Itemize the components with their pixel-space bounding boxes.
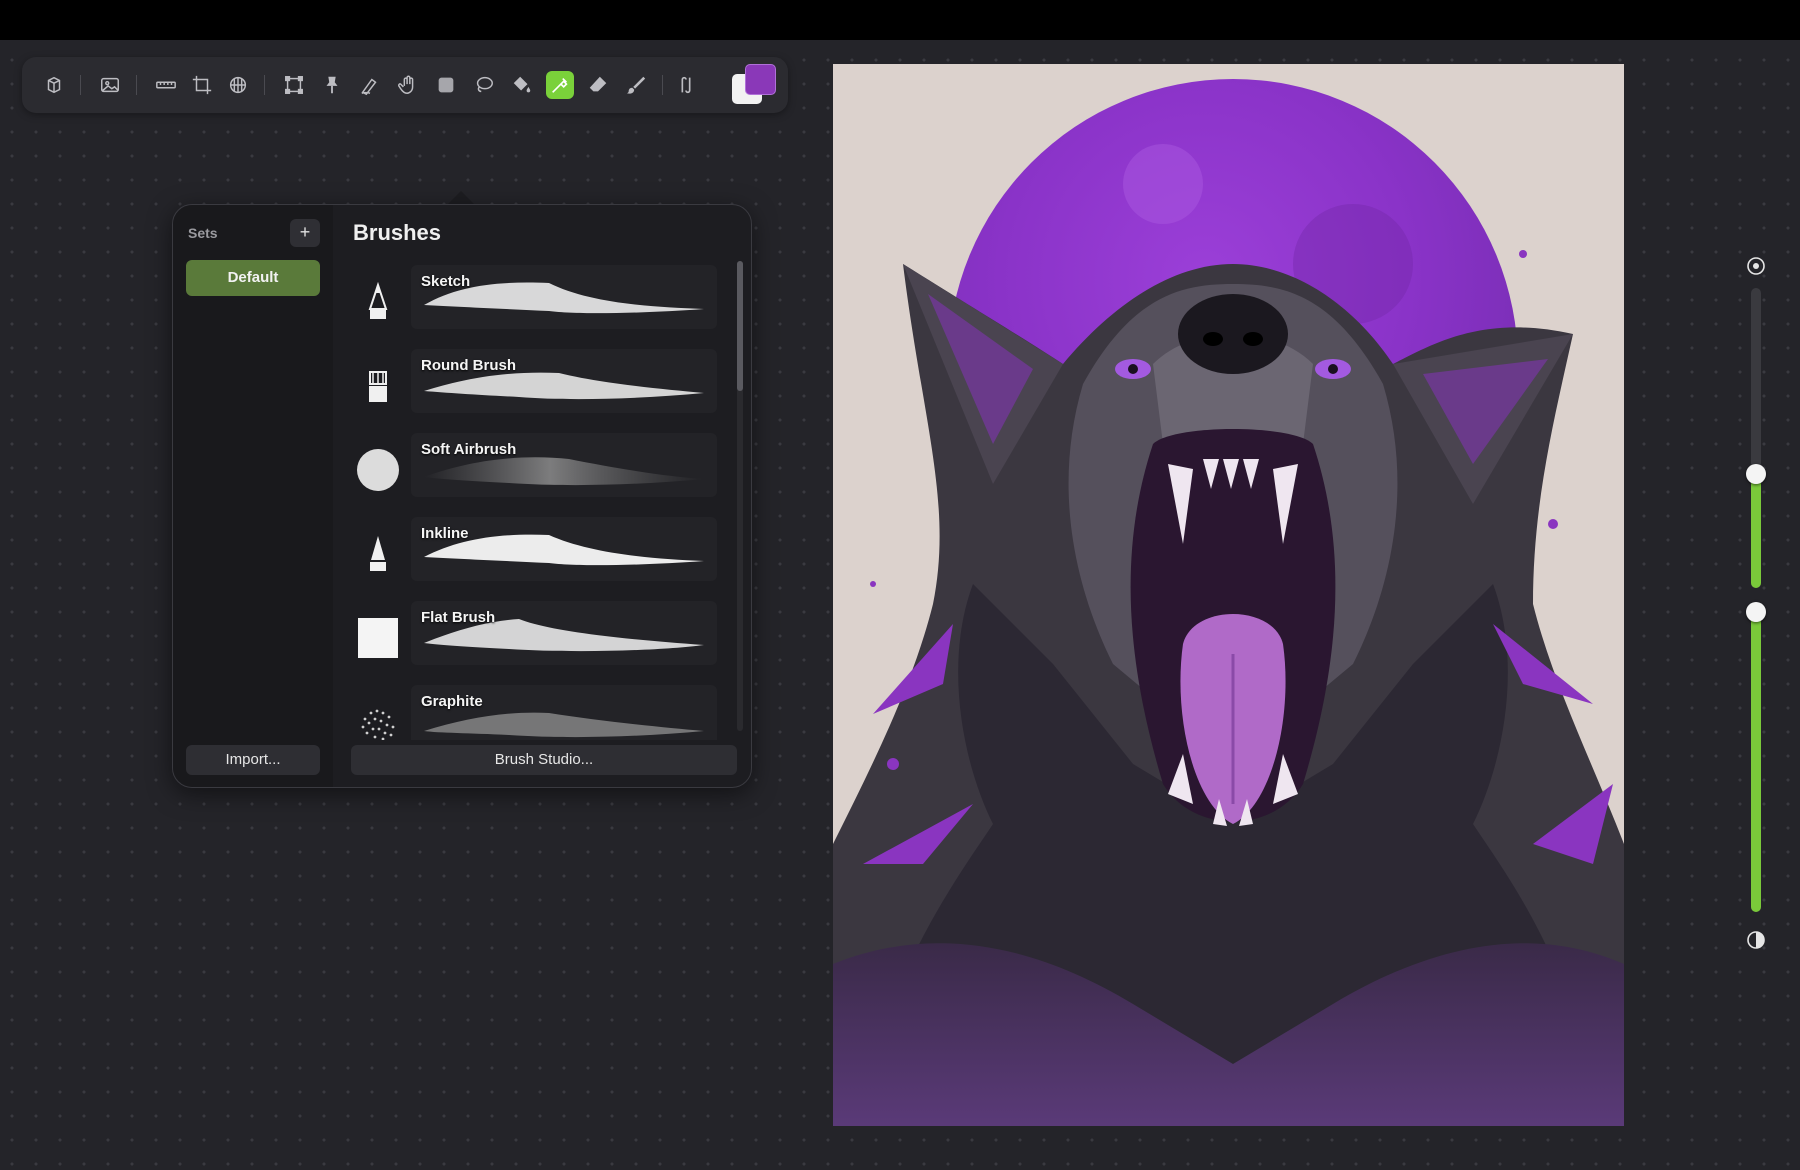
brush-studio-button[interactable]: Brush Studio... <box>351 745 737 775</box>
lasso-icon[interactable] <box>470 71 498 99</box>
brush-list: Sketch Round Brush Soft Airbrush Inkline… <box>333 255 733 740</box>
top-status-bar <box>0 0 1800 40</box>
add-set-button[interactable]: + <box>290 219 320 247</box>
primary-color-swatch[interactable] <box>745 64 776 95</box>
toolbar-separator <box>136 75 137 95</box>
opacity-slider[interactable] <box>1751 612 1761 912</box>
brush-name: Graphite <box>421 693 483 710</box>
brush-item-sketch[interactable]: Sketch <box>333 265 733 345</box>
scrollbar-thumb[interactable] <box>737 261 743 391</box>
brush-size-slider[interactable] <box>1751 288 1761 588</box>
toolbar-separator <box>80 75 81 95</box>
popover-arrow <box>447 191 475 205</box>
symmetry-icon[interactable] <box>672 71 700 99</box>
brush-preview: Round Brush <box>411 349 717 413</box>
paint-bucket-icon[interactable] <box>508 71 536 99</box>
brush-name: Flat Brush <box>421 609 496 626</box>
opacity-icon <box>1747 931 1765 949</box>
opacity-knob[interactable] <box>1746 602 1766 622</box>
brush-name: Sketch <box>421 273 471 290</box>
brush-item-round-brush[interactable]: Round Brush <box>333 349 733 429</box>
brush-item-flat-brush[interactable]: Flat Brush <box>333 601 733 681</box>
set-item-default[interactable]: Default <box>186 260 320 296</box>
brush-name: Soft Airbrush <box>421 441 517 458</box>
selection-transform-icon[interactable] <box>280 71 308 99</box>
toolbar-separator <box>662 75 663 95</box>
toolbar <box>22 57 788 113</box>
brush-name: Round Brush <box>421 357 516 374</box>
gallery-icon[interactable] <box>40 71 68 99</box>
opacity-fill <box>1751 612 1761 912</box>
import-button[interactable]: Import... <box>186 745 320 775</box>
layer-square-icon[interactable] <box>432 71 460 99</box>
flat-brush-icon <box>353 613 403 663</box>
brush-name: Inkline <box>421 525 469 542</box>
airbrush-icon <box>353 445 403 495</box>
sets-label: Sets <box>188 225 218 241</box>
brush-item-inkline[interactable]: Inkline <box>333 517 733 597</box>
wolf-artwork <box>833 64 1624 1126</box>
pin-icon[interactable] <box>318 71 346 99</box>
brush-preview: Flat Brush <box>411 601 717 665</box>
brushes-title: Brushes <box>353 220 442 245</box>
crop-icon[interactable] <box>188 71 216 99</box>
color-well[interactable] <box>732 64 778 110</box>
hand-icon[interactable] <box>394 71 422 99</box>
transform-grid-icon[interactable] <box>224 71 252 99</box>
image-icon[interactable] <box>96 71 124 99</box>
brush-preview: Graphite <box>411 685 717 740</box>
brush-library-panel: Sets + Default Import... Brushes Sketch … <box>172 204 752 788</box>
brush-icon[interactable] <box>622 71 650 99</box>
round-brush-icon <box>353 361 403 411</box>
drawing-canvas[interactable] <box>833 64 1624 1126</box>
brush-sets-column: Sets + Default Import... <box>173 205 333 787</box>
brush-item-graphite[interactable]: Graphite <box>333 685 733 740</box>
toolbar-separator <box>264 75 265 95</box>
ruler-icon[interactable] <box>152 71 180 99</box>
brush-preview: Inkline <box>411 517 717 581</box>
pencil-icon <box>353 277 403 327</box>
brush-size-knob[interactable] <box>1746 464 1766 484</box>
brush-preview: Sketch <box>411 265 717 329</box>
side-toolbar <box>1734 250 1778 970</box>
eyedropper-brush-icon[interactable] <box>546 71 574 99</box>
ink-pen-icon <box>353 529 403 579</box>
graphite-icon <box>353 697 403 740</box>
eraser-icon[interactable] <box>584 71 612 99</box>
brush-list-scrollbar[interactable] <box>737 261 743 731</box>
modify-button-icon[interactable] <box>1746 256 1766 276</box>
brush-preview: Soft Airbrush <box>411 433 717 497</box>
brush-size-fill <box>1751 474 1761 588</box>
smudge-liquify-icon[interactable] <box>356 71 384 99</box>
brush-item-soft-airbrush[interactable]: Soft Airbrush <box>333 433 733 513</box>
